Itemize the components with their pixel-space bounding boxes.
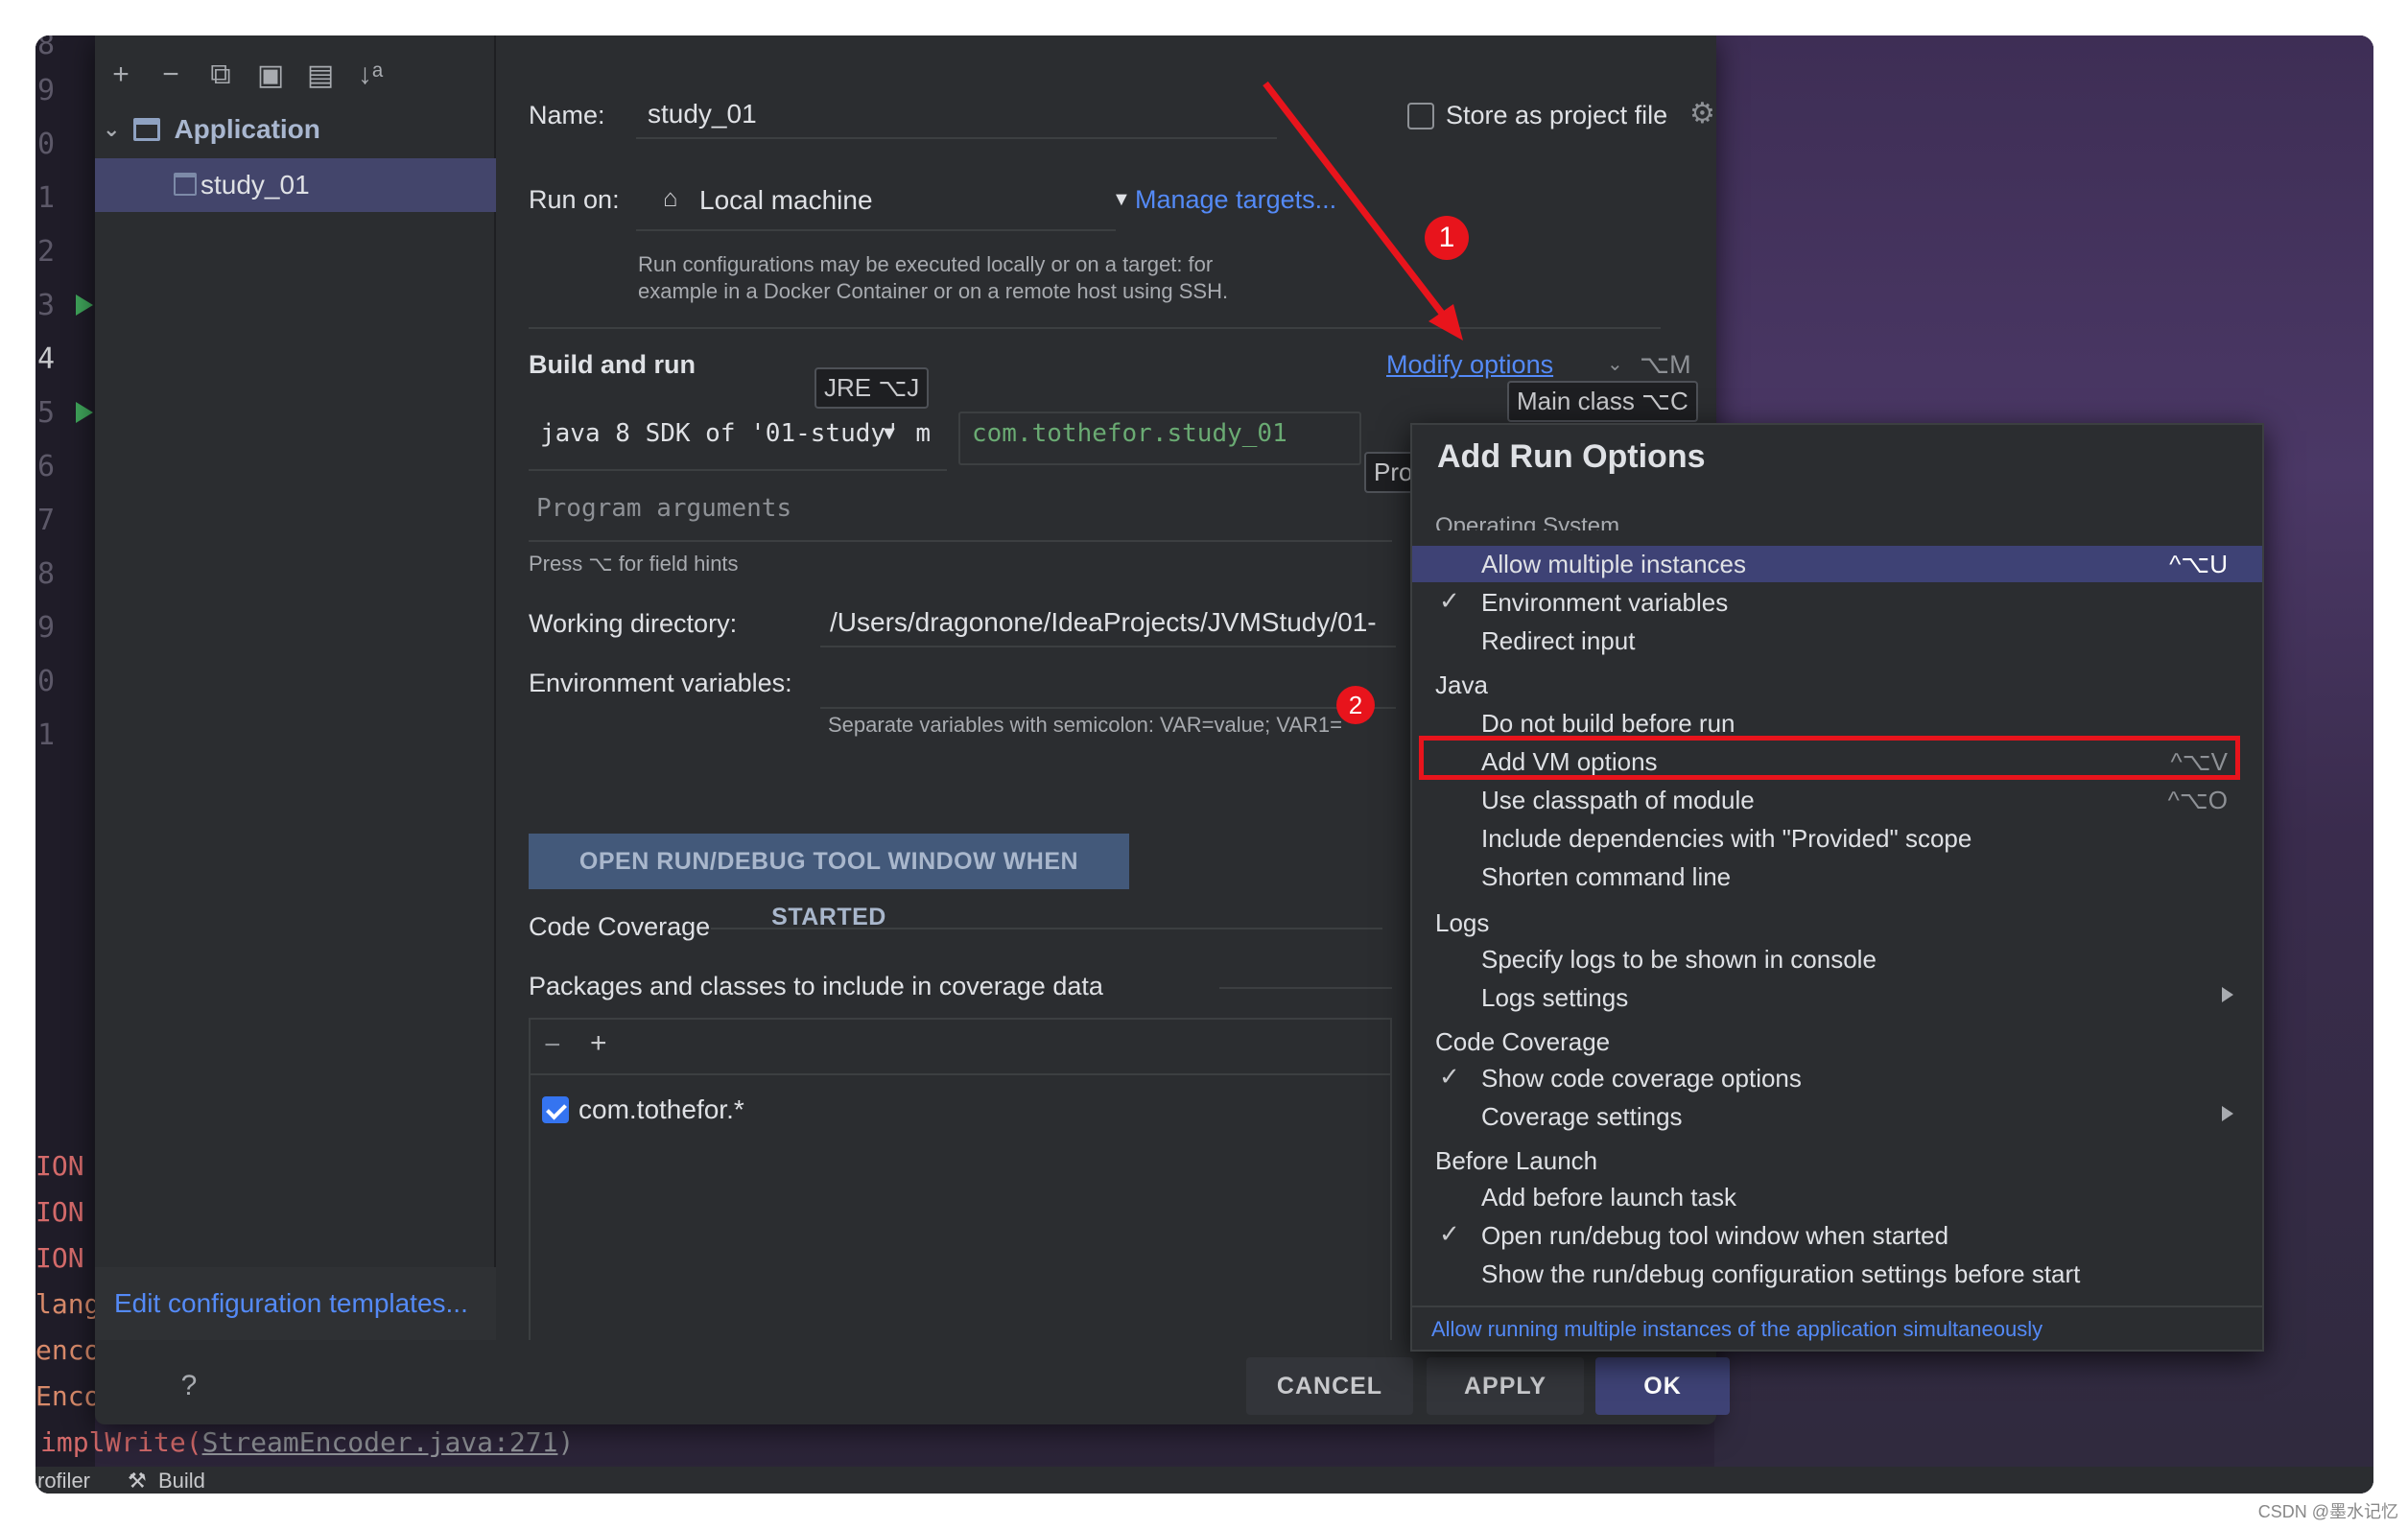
annotation-badge: 1 [1425,216,1469,260]
app-window: 8 9 0 1 2 3 4 5 6 7 8 9 0 1 ION F ION F … [35,35,2373,1494]
annotation-badge: 2 [1336,686,1375,724]
arrow-line [1263,81,1452,326]
watermark: CSDN @墨水记忆 [2257,1502,2398,1521]
arrow-head [1428,304,1463,341]
annotation-arrow [1263,81,1463,341]
